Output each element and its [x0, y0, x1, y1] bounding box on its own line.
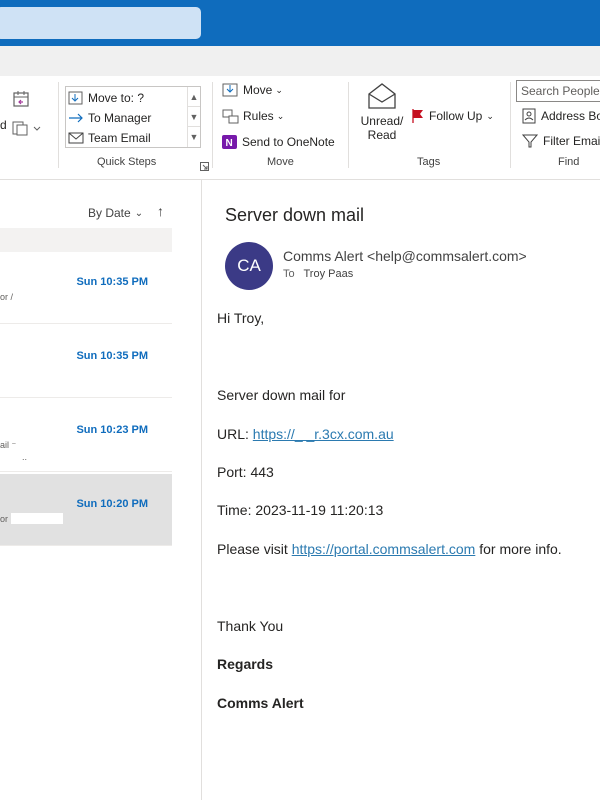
message-date: Sun 10:35 PM [76, 276, 148, 288]
ribbon: d Move to: ? To Manager Team Email ▲ ▼ ▼ [0, 76, 600, 180]
open-envelope-icon [368, 83, 396, 109]
message-list: By Date ⌄ ↑ Sun 10:35 PM or / Sun 10:35 … [0, 180, 200, 800]
rules-label: Rules [243, 109, 274, 123]
ribbon-fragment-d: d [0, 118, 7, 132]
quick-steps-gallery: Move to: ? To Manager Team Email ▲ ▼ ▼ [65, 86, 201, 148]
follow-up-label: Follow Up [429, 109, 483, 123]
move-button[interactable]: Move ⌄ [222, 82, 283, 98]
sort-by-date-button[interactable]: By Date ⌄ [88, 206, 143, 220]
chevron-down-icon: ⌄ [275, 84, 283, 95]
visit-prefix: Please visit [217, 541, 292, 557]
email-server-line: Server down mail for [217, 387, 346, 403]
url-link[interactable]: https://_ _r.3cx.com.au [253, 426, 394, 442]
message-preview-2: .. [22, 452, 28, 462]
quick-step-label: Team Email [88, 130, 151, 145]
calendar-reply-icon[interactable] [12, 90, 30, 113]
flag-icon [412, 109, 423, 123]
email-time-line: Time: 2023-11-19 11:20:13 [217, 502, 384, 518]
list-item[interactable]: Sun 10:23 PM ail ⁻ .. [0, 400, 172, 472]
dialog-launcher-icon[interactable] [200, 158, 209, 176]
to-line: To Troy Paas [283, 268, 353, 280]
chevron-down-icon: ⌄ [276, 110, 285, 121]
group-label-quick-steps: Quick Steps [97, 156, 157, 168]
quick-step-label: To Manager [88, 110, 152, 125]
email-greeting: Hi Troy, [217, 310, 265, 326]
sort-direction-arrow-icon[interactable]: ↑ [157, 203, 164, 219]
email-signature: Comms Alert [217, 695, 304, 711]
list-item[interactable]: Sun 10:35 PM or / [0, 252, 172, 324]
filter-email-button[interactable]: Filter Email [522, 133, 600, 149]
message-preview: or [0, 514, 9, 524]
address-book-button[interactable]: Address Bo [522, 108, 600, 124]
chevron-down-icon: ⌄ [134, 207, 144, 219]
scroll-down-icon[interactable]: ▼ [188, 107, 200, 127]
move-to-folder-icon [68, 91, 83, 104]
expand-gallery-icon[interactable]: ▼ [188, 127, 200, 147]
email-subject: Server down mail [225, 205, 365, 225]
ribbon-tab-strip [0, 46, 600, 76]
forward-arrow-icon [69, 113, 83, 122]
filter-icon [522, 134, 538, 148]
sort-bar: By Date ⌄ ↑ [0, 200, 175, 226]
unread-read-button[interactable]: Unread/ Read [358, 82, 406, 152]
group-label-tags: Tags [417, 156, 441, 168]
address-book-label: Address Bo [541, 109, 600, 123]
unread-read-line2: Read [367, 128, 397, 142]
onenote-label: Send to OneNote [242, 135, 335, 149]
send-to-onenote-button[interactable]: N Send to OneNote [222, 134, 335, 150]
redacted-block [11, 513, 63, 524]
message-preview: or / [0, 292, 14, 302]
group-label-find: Find [558, 156, 580, 168]
recipient-name[interactable]: Troy Paas [303, 268, 353, 280]
move-icon [222, 83, 238, 97]
ribbon-group-find: Search People Address Bo Filter Email Fi… [510, 76, 600, 174]
quick-steps-scroll[interactable]: ▲ ▼ ▼ [187, 87, 200, 147]
url-label: URL: [217, 426, 253, 442]
reading-pane: Server down mail CA Comms Alert <help@co… [202, 180, 600, 800]
title-bar [0, 0, 600, 46]
list-item-selected[interactable]: Sun 10:20 PM or [0, 474, 172, 546]
visit-suffix: for more info. [475, 541, 562, 557]
ribbon-group-tags: Unread/ Read Follow Up ⌄ Tags [348, 76, 510, 174]
quick-step-move-to[interactable]: Move to: ? [68, 88, 144, 107]
copy-dropdown-icon[interactable] [12, 120, 42, 141]
chevron-down-icon: ⌄ [486, 110, 494, 121]
svg-text:N: N [226, 138, 233, 149]
envelope-icon [68, 132, 84, 143]
unread-read-line1: Unread/ [360, 114, 404, 128]
list-item[interactable]: Sun 10:35 PM [0, 326, 172, 398]
email-regards: Regards [217, 656, 274, 672]
message-preview: ail ⁻ [0, 440, 17, 450]
message-date: Sun 10:20 PM [76, 498, 148, 510]
search-people-input[interactable]: Search People [516, 80, 600, 102]
quick-step-label: Move to: ? [88, 90, 145, 105]
group-label-move: Move [267, 156, 294, 168]
scroll-up-icon[interactable]: ▲ [188, 87, 200, 107]
quick-step-to-manager[interactable]: To Manager [68, 108, 151, 127]
rules-icon [222, 109, 239, 124]
email-thank-you: Thank You [217, 618, 284, 634]
message-date: Sun 10:35 PM [76, 350, 148, 362]
portal-link[interactable]: https://portal.commsalert.com [292, 541, 476, 557]
list-group-header [0, 228, 172, 252]
to-label: To [283, 268, 295, 280]
ribbon-group-quick-steps: Move to: ? To Manager Team Email ▲ ▼ ▼ Q… [58, 76, 212, 174]
quick-step-team-email[interactable]: Team Email [68, 128, 151, 147]
avatar[interactable]: CA [225, 242, 273, 290]
move-label: Move [243, 83, 273, 97]
search-box[interactable] [0, 7, 201, 39]
email-visit-line: Please visit https://portal.commsalert.c… [217, 541, 562, 557]
ribbon-group-move: Move ⌄ Rules ⌄ N Send to OneNote Move [212, 76, 348, 174]
sort-label: By Date [88, 206, 131, 220]
rules-button[interactable]: Rules ⌄ [222, 108, 284, 124]
email-port-line: Port: 443 [217, 464, 274, 480]
address-book-icon [522, 108, 536, 124]
onenote-icon: N [222, 135, 237, 149]
sender-name[interactable]: Comms Alert <help@commsalert.com> [283, 248, 527, 264]
filter-email-label: Filter Email [543, 134, 600, 148]
message-date: Sun 10:23 PM [76, 424, 148, 436]
email-url-line: URL: https://_ _r.3cx.com.au [217, 426, 394, 442]
ribbon-group-respond: d [0, 76, 58, 174]
follow-up-button[interactable]: Follow Up ⌄ [411, 108, 494, 124]
